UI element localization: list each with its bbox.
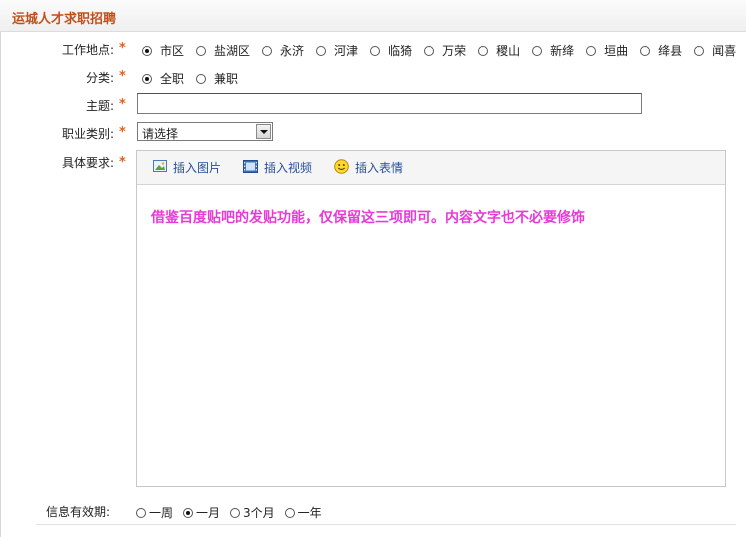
editor-content[interactable]: 借鉴百度贴吧的发贴功能，仅保留这三项即可。内容文字也不必要修饰 — [137, 185, 725, 227]
category-option-parttime[interactable]: 兼职 — [196, 70, 238, 87]
location-option-label: 垣曲 — [604, 44, 629, 58]
radio-button[interactable] — [478, 45, 489, 56]
required-mark: * — [119, 69, 126, 84]
location-option-10[interactable]: 闻喜 — [694, 42, 736, 59]
location-option-9[interactable]: 绛县 — [640, 42, 682, 59]
job-type-select[interactable]: 请选择 — [137, 122, 273, 141]
validity-option-3months[interactable]: 3个月 — [230, 504, 275, 521]
insert-emoji-button[interactable]: 插入表情 — [334, 158, 404, 177]
location-option-label: 永济 — [280, 44, 305, 58]
job-type-label: 职业类别: — [61, 127, 114, 141]
radio-button[interactable] — [284, 507, 295, 518]
image-icon — [153, 160, 167, 175]
validity-option-month[interactable]: 一月 — [183, 504, 220, 521]
location-option-label: 河津 — [334, 44, 359, 58]
subject-input[interactable] — [137, 93, 642, 114]
smiley-icon — [334, 158, 349, 177]
location-option-label: 绛县 — [658, 44, 683, 58]
category-option-label: 兼职 — [214, 72, 239, 86]
subject-label: 主题: — [85, 99, 114, 113]
radio-button[interactable] — [142, 45, 152, 56]
radio-button[interactable] — [640, 45, 651, 56]
required-mark: * — [119, 125, 126, 140]
insert-emoji-label: 插入表情 — [355, 161, 404, 175]
location-option-7[interactable]: 新绛 — [532, 42, 574, 59]
location-option-label: 闻喜 — [712, 44, 737, 58]
editor-note-text: 借鉴百度贴吧的发贴功能，仅保留这三项即可。内容文字也不必要修饰 — [151, 210, 585, 226]
divider — [36, 524, 736, 525]
radio-button[interactable] — [136, 507, 146, 518]
radio-button[interactable] — [230, 507, 241, 518]
radio-button[interactable] — [694, 45, 705, 56]
title-bar: 运城人才求职招聘 — [0, 0, 746, 32]
location-option-4[interactable]: 临猗 — [370, 42, 412, 59]
requirements-label: 具体要求: — [61, 156, 114, 170]
category-option-label: 全职 — [160, 72, 185, 86]
required-mark: * — [119, 41, 126, 56]
radio-button[interactable] — [424, 45, 435, 56]
location-option-3[interactable]: 河津 — [316, 42, 358, 59]
validity-option-label: 一月 — [196, 506, 221, 520]
validity-option-label: 一年 — [297, 506, 322, 520]
job-type-selected: 请选择 — [142, 127, 179, 141]
insert-image-label: 插入图片 — [173, 161, 222, 175]
video-icon — [243, 159, 259, 176]
validity-option-year[interactable]: 一年 — [284, 504, 322, 521]
location-option-6[interactable]: 稷山 — [478, 42, 520, 59]
radio-button[interactable] — [532, 45, 543, 56]
location-label: 工作地点: — [61, 43, 114, 57]
rich-text-editor[interactable]: 插入图片 插入视频 插入表情 借鉴百度贴吧的发贴功能，仅保留这三项即可。内容文字… — [136, 150, 726, 487]
validity-radio-group: 一周 一月 3个月 一年 — [136, 504, 332, 521]
location-option-label: 盐湖区 — [214, 44, 251, 58]
location-option-label: 临猗 — [388, 44, 413, 58]
location-option-5[interactable]: 万荣 — [424, 42, 466, 59]
location-option-label: 万荣 — [442, 44, 467, 58]
location-option-label: 稷山 — [496, 44, 521, 58]
radio-button[interactable] — [142, 73, 152, 84]
insert-video-label: 插入视频 — [264, 161, 313, 175]
location-option-label: 市区 — [160, 44, 185, 58]
required-mark: * — [119, 97, 126, 112]
radio-button[interactable] — [262, 45, 273, 56]
radio-button[interactable] — [196, 73, 207, 84]
editor-toolbar: 插入图片 插入视频 插入表情 — [137, 151, 725, 185]
category-option-fulltime[interactable]: 全职 — [142, 70, 184, 87]
location-option-2[interactable]: 永济 — [262, 42, 304, 59]
location-option-1[interactable]: 盐湖区 — [196, 42, 250, 59]
validity-option-label: 一周 — [149, 506, 174, 520]
required-mark: * — [119, 155, 126, 170]
location-option-0[interactable]: 市区 — [142, 42, 184, 59]
insert-image-button[interactable]: 插入图片 — [153, 159, 221, 176]
radio-button[interactable] — [586, 45, 597, 56]
category-label: 分类: — [85, 71, 114, 85]
location-option-8[interactable]: 垣曲 — [586, 42, 628, 59]
radio-button[interactable] — [183, 507, 194, 518]
category-radio-group: 全职 兼职 — [142, 70, 250, 87]
validity-label: 信息有效期: — [45, 505, 110, 519]
validity-option-week[interactable]: 一周 — [136, 504, 173, 521]
page-title: 运城人才求职招聘 — [12, 12, 117, 27]
location-radio-group: 市区 盐湖区 永济 河津 临猗 万荣 稷山 新绛 垣曲 绛县 闻喜 — [142, 42, 746, 59]
radio-button[interactable] — [370, 45, 381, 56]
validity-option-label: 3个月 — [243, 506, 275, 520]
radio-button[interactable] — [316, 45, 327, 56]
radio-button[interactable] — [196, 45, 207, 56]
chevron-down-icon[interactable] — [256, 124, 271, 139]
location-option-label: 新绛 — [550, 44, 575, 58]
insert-video-button[interactable]: 插入视频 — [243, 159, 312, 176]
